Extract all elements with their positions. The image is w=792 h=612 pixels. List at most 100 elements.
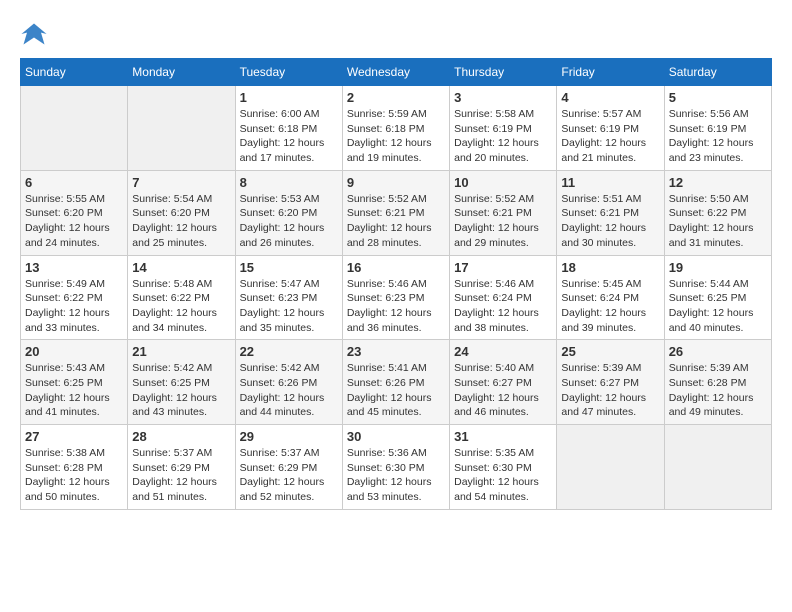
calendar-cell: 5 Sunrise: 5:56 AM Sunset: 6:19 PM Daylig…	[664, 86, 771, 171]
day-number: 17	[454, 260, 552, 275]
day-info: Sunrise: 5:54 AM Sunset: 6:20 PM Dayligh…	[132, 192, 230, 251]
day-info: Sunrise: 5:56 AM Sunset: 6:19 PM Dayligh…	[669, 107, 767, 166]
weekday-header-sunday: Sunday	[21, 59, 128, 86]
day-info: Sunrise: 5:51 AM Sunset: 6:21 PM Dayligh…	[561, 192, 659, 251]
day-info: Sunrise: 5:49 AM Sunset: 6:22 PM Dayligh…	[25, 277, 123, 336]
calendar-cell: 26 Sunrise: 5:39 AM Sunset: 6:28 PM Dayli…	[664, 340, 771, 425]
calendar-cell: 3 Sunrise: 5:58 AM Sunset: 6:19 PM Daylig…	[450, 86, 557, 171]
day-number: 24	[454, 344, 552, 359]
weekday-header-tuesday: Tuesday	[235, 59, 342, 86]
day-number: 11	[561, 175, 659, 190]
day-info: Sunrise: 5:48 AM Sunset: 6:22 PM Dayligh…	[132, 277, 230, 336]
logo	[20, 20, 50, 48]
calendar-cell	[664, 425, 771, 510]
day-info: Sunrise: 5:55 AM Sunset: 6:20 PM Dayligh…	[25, 192, 123, 251]
day-info: Sunrise: 5:36 AM Sunset: 6:30 PM Dayligh…	[347, 446, 445, 505]
week-row-2: 6Sunrise: 5:55 AM Sunset: 6:20 PM Daylig…	[21, 170, 772, 255]
calendar-cell: 11 Sunrise: 5:51 AM Sunset: 6:21 PM Dayli…	[557, 170, 664, 255]
calendar-cell	[557, 425, 664, 510]
calendar-cell: 12Sunrise: 5:50 AM Sunset: 6:22 PM Dayli…	[664, 170, 771, 255]
calendar-cell: 24 Sunrise: 5:40 AM Sunset: 6:27 PM Dayli…	[450, 340, 557, 425]
day-number: 10	[454, 175, 552, 190]
day-number: 7	[132, 175, 230, 190]
weekday-header-row: SundayMondayTuesdayWednesdayThursdayFrid…	[21, 59, 772, 86]
calendar-cell	[128, 86, 235, 171]
day-info: Sunrise: 5:37 AM Sunset: 6:29 PM Dayligh…	[132, 446, 230, 505]
calendar-cell: 23 Sunrise: 5:41 AM Sunset: 6:26 PM Dayli…	[342, 340, 449, 425]
day-number: 23	[347, 344, 445, 359]
calendar-cell: 28 Sunrise: 5:37 AM Sunset: 6:29 PM Dayli…	[128, 425, 235, 510]
calendar-cell: 17 Sunrise: 5:46 AM Sunset: 6:24 PM Dayli…	[450, 255, 557, 340]
day-number: 14	[132, 260, 230, 275]
calendar-cell: 22 Sunrise: 5:42 AM Sunset: 6:26 PM Dayli…	[235, 340, 342, 425]
day-info: Sunrise: 5:46 AM Sunset: 6:23 PM Dayligh…	[347, 277, 445, 336]
calendar-cell: 25 Sunrise: 5:39 AM Sunset: 6:27 PM Dayli…	[557, 340, 664, 425]
calendar-cell: 10 Sunrise: 5:52 AM Sunset: 6:21 PM Dayli…	[450, 170, 557, 255]
day-number: 15	[240, 260, 338, 275]
week-row-4: 20 Sunrise: 5:43 AM Sunset: 6:25 PM Dayli…	[21, 340, 772, 425]
day-number: 31	[454, 429, 552, 444]
day-number: 5	[669, 90, 767, 105]
calendar-cell: 15Sunrise: 5:47 AM Sunset: 6:23 PM Dayli…	[235, 255, 342, 340]
calendar-cell: 9 Sunrise: 5:52 AM Sunset: 6:21 PM Daylig…	[342, 170, 449, 255]
day-number: 13	[25, 260, 123, 275]
week-row-3: 13 Sunrise: 5:49 AM Sunset: 6:22 PM Dayli…	[21, 255, 772, 340]
weekday-header-saturday: Saturday	[664, 59, 771, 86]
day-info: Sunrise: 5:39 AM Sunset: 6:28 PM Dayligh…	[669, 361, 767, 420]
logo-bird-icon	[20, 20, 48, 48]
day-number: 9	[347, 175, 445, 190]
day-number: 28	[132, 429, 230, 444]
day-info: Sunrise: 5:45 AM Sunset: 6:24 PM Dayligh…	[561, 277, 659, 336]
calendar-cell: 14 Sunrise: 5:48 AM Sunset: 6:22 PM Dayli…	[128, 255, 235, 340]
day-info: Sunrise: 5:53 AM Sunset: 6:20 PM Dayligh…	[240, 192, 338, 251]
day-number: 29	[240, 429, 338, 444]
day-info: Sunrise: 5:52 AM Sunset: 6:21 PM Dayligh…	[454, 192, 552, 251]
day-info: Sunrise: 5:39 AM Sunset: 6:27 PM Dayligh…	[561, 361, 659, 420]
page-header	[20, 20, 772, 48]
day-number: 25	[561, 344, 659, 359]
calendar-cell: 19Sunrise: 5:44 AM Sunset: 6:25 PM Dayli…	[664, 255, 771, 340]
day-info: Sunrise: 5:38 AM Sunset: 6:28 PM Dayligh…	[25, 446, 123, 505]
day-info: Sunrise: 5:59 AM Sunset: 6:18 PM Dayligh…	[347, 107, 445, 166]
calendar-cell: 4 Sunrise: 5:57 AM Sunset: 6:19 PM Daylig…	[557, 86, 664, 171]
calendar-cell: 1 Sunrise: 6:00 AM Sunset: 6:18 PM Daylig…	[235, 86, 342, 171]
day-info: Sunrise: 5:52 AM Sunset: 6:21 PM Dayligh…	[347, 192, 445, 251]
day-number: 26	[669, 344, 767, 359]
day-number: 3	[454, 90, 552, 105]
day-number: 18	[561, 260, 659, 275]
day-info: Sunrise: 5:35 AM Sunset: 6:30 PM Dayligh…	[454, 446, 552, 505]
weekday-header-friday: Friday	[557, 59, 664, 86]
calendar-cell: 30 Sunrise: 5:36 AM Sunset: 6:30 PM Dayli…	[342, 425, 449, 510]
calendar-cell: 20 Sunrise: 5:43 AM Sunset: 6:25 PM Dayli…	[21, 340, 128, 425]
calendar-cell: 13 Sunrise: 5:49 AM Sunset: 6:22 PM Dayli…	[21, 255, 128, 340]
weekday-header-monday: Monday	[128, 59, 235, 86]
calendar-cell: 21Sunrise: 5:42 AM Sunset: 6:25 PM Dayli…	[128, 340, 235, 425]
calendar-cell: 27 Sunrise: 5:38 AM Sunset: 6:28 PM Dayli…	[21, 425, 128, 510]
calendar-cell: 6Sunrise: 5:55 AM Sunset: 6:20 PM Daylig…	[21, 170, 128, 255]
day-info: Sunrise: 5:40 AM Sunset: 6:27 PM Dayligh…	[454, 361, 552, 420]
day-info: Sunrise: 6:00 AM Sunset: 6:18 PM Dayligh…	[240, 107, 338, 166]
calendar-cell: 2 Sunrise: 5:59 AM Sunset: 6:18 PM Daylig…	[342, 86, 449, 171]
day-number: 2	[347, 90, 445, 105]
day-number: 4	[561, 90, 659, 105]
day-number: 22	[240, 344, 338, 359]
day-number: 30	[347, 429, 445, 444]
calendar-cell: 7 Sunrise: 5:54 AM Sunset: 6:20 PM Daylig…	[128, 170, 235, 255]
week-row-1: 1 Sunrise: 6:00 AM Sunset: 6:18 PM Daylig…	[21, 86, 772, 171]
day-info: Sunrise: 5:41 AM Sunset: 6:26 PM Dayligh…	[347, 361, 445, 420]
day-number: 20	[25, 344, 123, 359]
day-info: Sunrise: 5:46 AM Sunset: 6:24 PM Dayligh…	[454, 277, 552, 336]
day-number: 27	[25, 429, 123, 444]
day-info: Sunrise: 5:43 AM Sunset: 6:25 PM Dayligh…	[25, 361, 123, 420]
weekday-header-wednesday: Wednesday	[342, 59, 449, 86]
day-info: Sunrise: 5:42 AM Sunset: 6:25 PM Dayligh…	[132, 361, 230, 420]
day-info: Sunrise: 5:42 AM Sunset: 6:26 PM Dayligh…	[240, 361, 338, 420]
day-info: Sunrise: 5:58 AM Sunset: 6:19 PM Dayligh…	[454, 107, 552, 166]
day-number: 16	[347, 260, 445, 275]
calendar-cell: 18 Sunrise: 5:45 AM Sunset: 6:24 PM Dayli…	[557, 255, 664, 340]
weekday-header-thursday: Thursday	[450, 59, 557, 86]
calendar-cell: 8 Sunrise: 5:53 AM Sunset: 6:20 PM Daylig…	[235, 170, 342, 255]
day-number: 8	[240, 175, 338, 190]
day-info: Sunrise: 5:57 AM Sunset: 6:19 PM Dayligh…	[561, 107, 659, 166]
day-number: 1	[240, 90, 338, 105]
